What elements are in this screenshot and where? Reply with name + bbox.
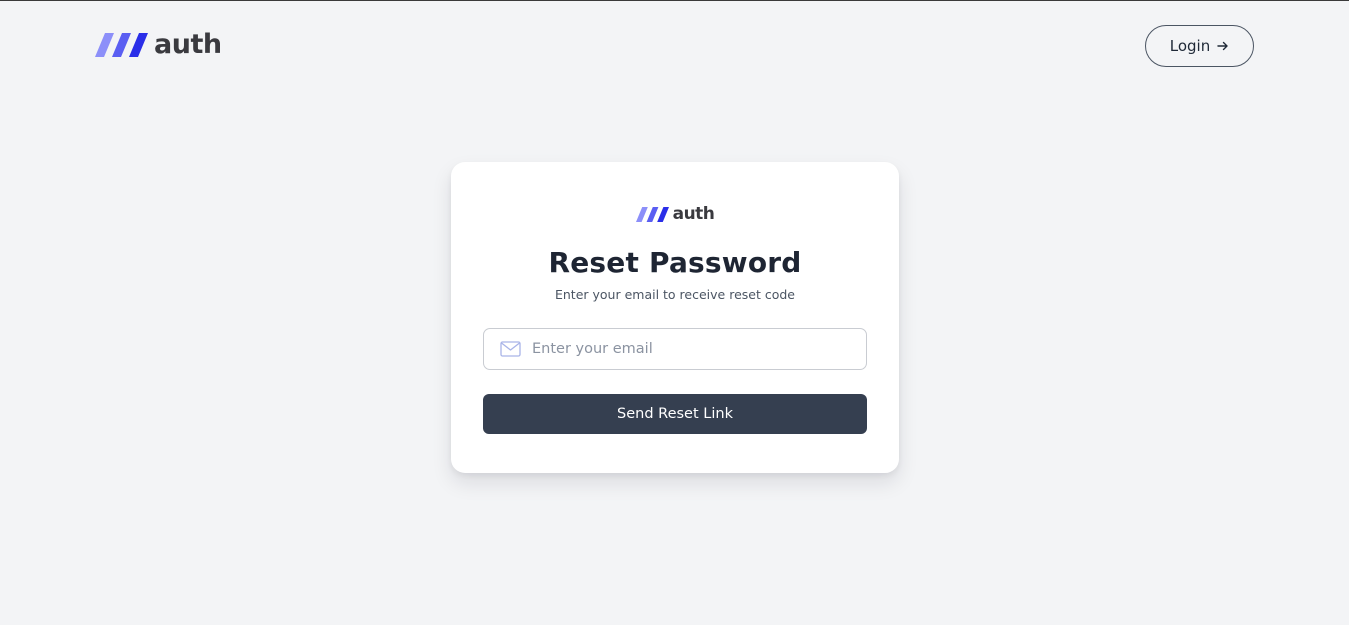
email-input[interactable] (484, 329, 866, 369)
page-subtitle: Enter your email to receive reset code (554, 287, 795, 302)
slanted-bars-logo-icon (635, 207, 669, 222)
brand-name: auth (154, 29, 222, 60)
email-field[interactable] (483, 328, 867, 370)
page-title: Reset Password (548, 246, 802, 279)
reset-password-card: auth Reset Password Enter your email to … (451, 162, 899, 473)
slanted-bars-logo-icon (95, 32, 148, 57)
card-brand-name: auth (672, 204, 715, 224)
card-brand-logo: auth (451, 206, 899, 223)
mail-icon (500, 341, 521, 357)
top-navigation: auth Login (0, 1, 1349, 93)
brand-logo-link[interactable]: auth (95, 31, 222, 58)
send-reset-link-button[interactable]: Send Reset Link (483, 394, 867, 434)
login-button[interactable]: Login (1145, 25, 1254, 67)
login-button-label: Login (1169, 37, 1211, 55)
arrow-right-icon (1217, 41, 1228, 51)
